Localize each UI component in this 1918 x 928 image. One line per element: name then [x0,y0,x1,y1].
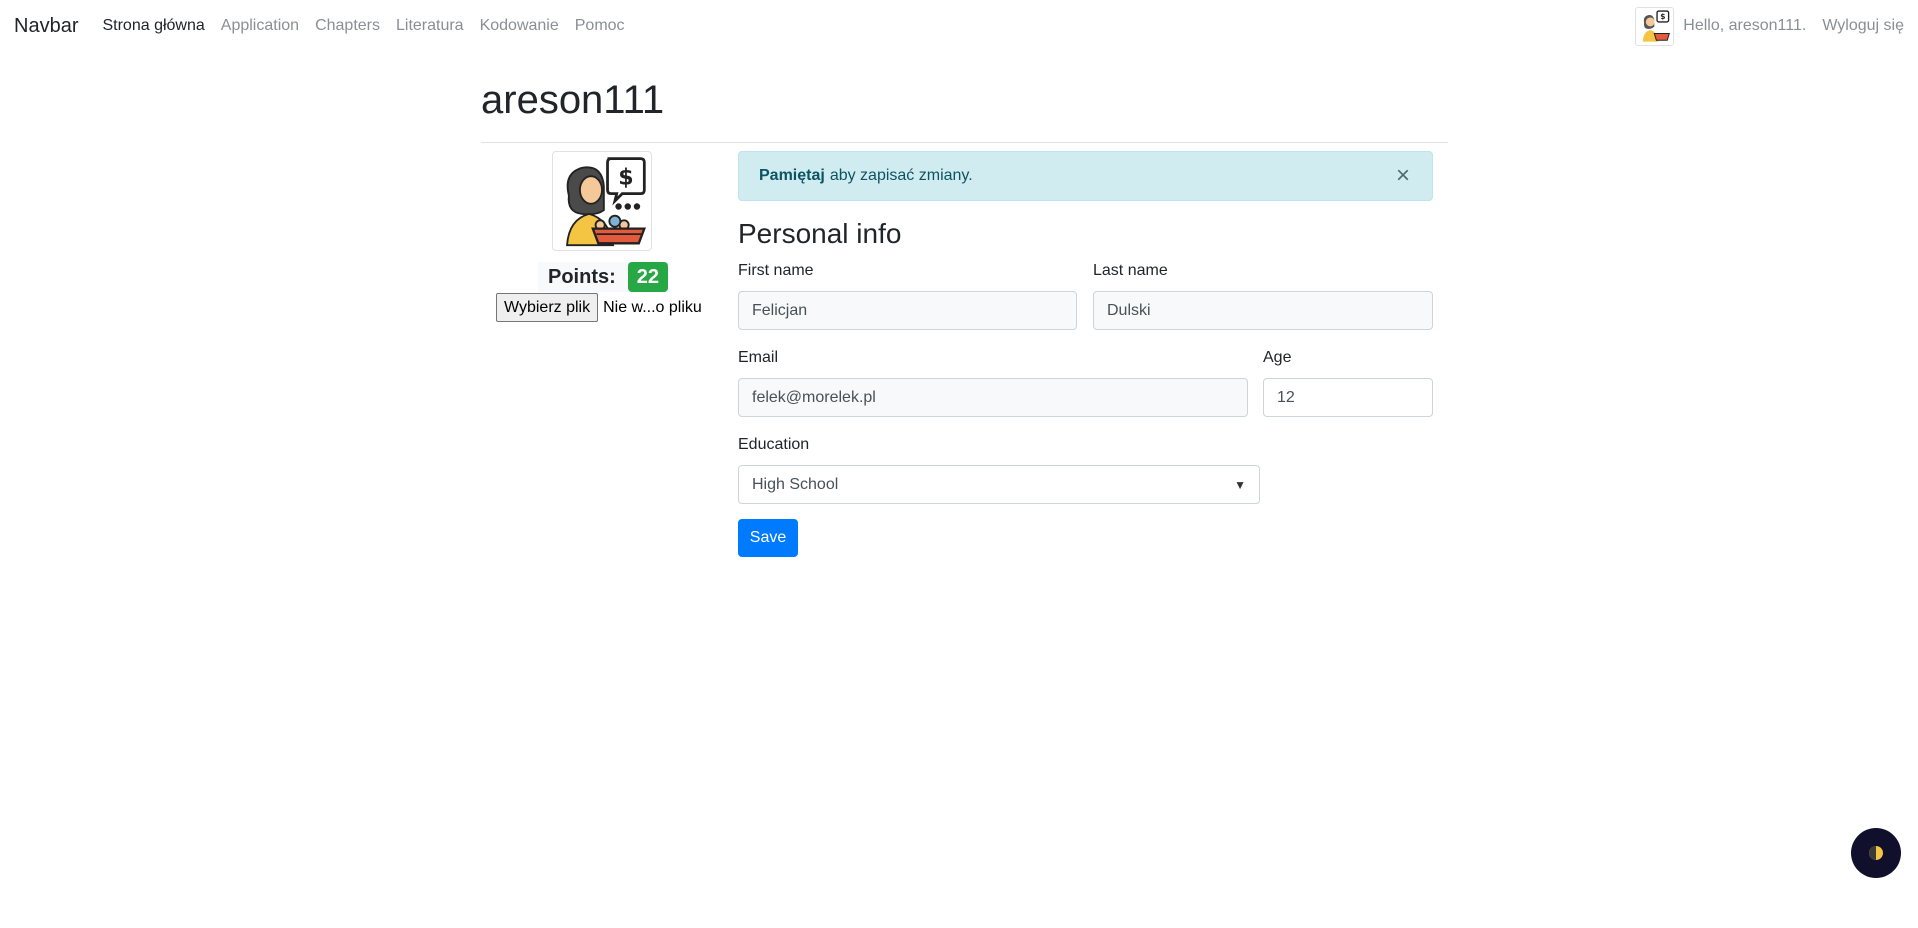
nav-user-area: $ Hello, areson111. Wyloguj się [1635,6,1904,46]
woman-shopping-basket-icon: $ [566,157,646,247]
save-button[interactable]: Save [738,519,798,557]
last-name-input[interactable] [1093,291,1433,330]
theme-toggle-button[interactable] [1851,828,1901,878]
nav-links: Strona główna Application Chapters Liter… [102,17,640,35]
first-name-input[interactable] [738,291,1077,330]
education-selected-value: High School [752,475,839,493]
points-label: Points: [548,265,616,288]
age-label: Age [1263,349,1292,366]
email-label: Email [738,349,779,366]
first-name-label: First name [738,262,814,279]
close-icon[interactable]: × [1394,164,1412,188]
greeting-text: Hello, areson111. [1683,17,1807,34]
last-name-label: Last name [1093,262,1168,279]
navbar: Navbar Strona główna Application Chapter… [0,0,1918,52]
title-divider [481,142,1448,143]
choose-file-button[interactable]: Wybierz plik [496,293,599,322]
points-badge: 22 [627,262,669,292]
user-avatar-icon[interactable]: $ [1635,6,1675,46]
nav-link-strona-glowna[interactable]: Strona główna [102,17,204,35]
nav-link-chapters[interactable]: Chapters [315,17,380,35]
nav-link-pomoc[interactable]: Pomoc [575,17,625,35]
svg-text:$: $ [1660,12,1665,21]
half-moon-icon [1869,846,1883,860]
avatar-file-input: Wybierz plik Nie w...o pliku [496,293,702,322]
page-title: areson111 [481,78,665,122]
profile-avatar: $ [552,151,652,251]
navbar-brand[interactable]: Navbar [14,15,78,38]
alert-text: aby zapisać zmiany. [829,167,973,184]
nav-link-kodowanie[interactable]: Kodowanie [480,17,559,35]
alert-strong-text: Pamiętaj [759,167,825,184]
chevron-down-icon: ▼ [1234,477,1246,492]
save-reminder-alert: Pamiętaj aby zapisać zmiany. × [738,151,1433,201]
section-title: Personal info [738,218,902,249]
points-display: Points: 22 [538,262,669,292]
nav-link-literatura[interactable]: Literatura [396,17,464,35]
svg-text:$: $ [618,165,633,190]
nav-link-application[interactable]: Application [221,17,299,35]
age-input[interactable] [1263,378,1433,417]
logout-link[interactable]: Wyloguj się [1822,17,1904,35]
education-select[interactable]: High School ▼ [738,465,1260,504]
file-status-text: Nie w...o pliku [603,298,702,316]
email-input[interactable] [738,378,1248,417]
education-label: Education [738,436,810,453]
